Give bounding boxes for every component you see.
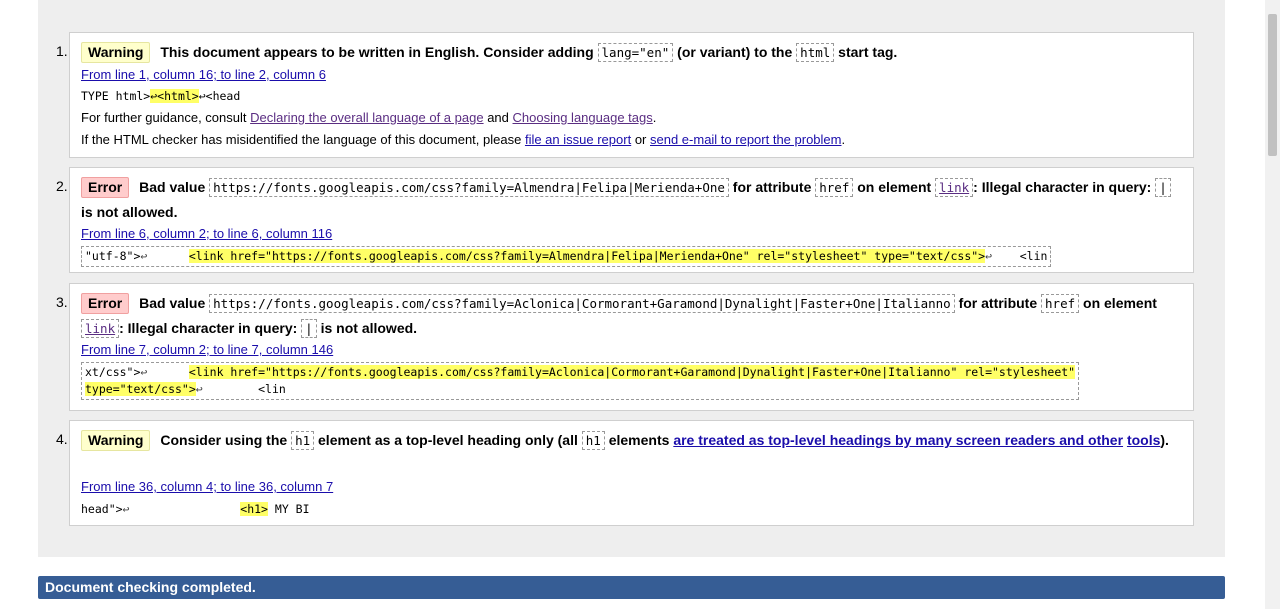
element-link[interactable]: link: [939, 180, 969, 195]
choosing-tags-link[interactable]: Choosing language tags: [513, 110, 653, 125]
message-text-part: Bad value: [139, 179, 206, 195]
extract-highlight: <link href="https://fonts.googleapis.com…: [188, 249, 986, 263]
code-h1: h1: [291, 431, 315, 450]
newline-glyph: ↩: [140, 249, 148, 263]
code-char: |: [1155, 178, 1171, 197]
message-text: Warning This document appears to be writ…: [81, 40, 1183, 65]
extract-text: xt/css">: [85, 365, 141, 379]
message-text-part: for attribute: [732, 179, 812, 195]
message-text-part: Consider using the: [160, 432, 288, 448]
message-text-part: element as a top-level heading only (all: [318, 432, 578, 448]
message-text: Warning Consider using the h1 element as…: [81, 428, 1183, 453]
message-text-part: ).: [1160, 432, 1169, 448]
message-text-part: : Illegal character in query:: [973, 179, 1152, 195]
source-extract: head">↩ <h1> MY BI: [81, 501, 310, 518]
source-extract: xt/css">↩ <link href="https://fonts.goog…: [81, 362, 1080, 400]
misid-end: .: [841, 132, 846, 147]
message-number: 3.: [56, 294, 68, 310]
message-text: Error Bad value https://fonts.googleapis…: [81, 291, 1183, 341]
message-text-part: This document appears to be written in E…: [160, 44, 594, 60]
scrollbar[interactable]: [1265, 0, 1280, 609]
code-element: link: [81, 319, 120, 338]
warning-badge: Warning: [81, 430, 151, 451]
newline-glyph: ↩: [195, 382, 203, 396]
message-number: 1.: [56, 43, 68, 59]
message-text-part: element: [1104, 295, 1157, 311]
location-link[interactable]: From line 1, column 16; to line 2, colum…: [81, 67, 326, 82]
extract-highlight: <link href="https://fonts.googleapis.com…: [188, 365, 1076, 379]
guidance-prefix: For further guidance, consult: [81, 110, 247, 125]
message-text-part: is not allowed.: [320, 320, 418, 336]
location-link[interactable]: From line 7, column 2; to line 7, column…: [81, 342, 333, 357]
code-lang-attr: lang="en": [597, 43, 674, 62]
code-attr: href: [1041, 294, 1080, 313]
warning-badge: Warning: [81, 42, 151, 63]
misid-prefix: If the HTML checker has misidentified th…: [81, 132, 522, 147]
newline-glyph: ↩: [985, 249, 993, 263]
extract-highlight: <h1>: [240, 502, 268, 516]
guidance-text: For further guidance, consult Declaring …: [81, 110, 656, 125]
message-text-part: Bad value: [139, 295, 206, 311]
extract-text: head">: [81, 502, 123, 516]
location-link[interactable]: From line 36, column 4; to line 36, colu…: [81, 479, 333, 494]
extract-text: "utf-8">: [85, 249, 141, 263]
misid-or: or: [634, 132, 647, 147]
send-email-link[interactable]: send e-mail to report the problem: [650, 132, 841, 147]
message-warning-4: 4. Warning Consider using the h1 element…: [56, 420, 1194, 526]
message-warning-1: 1. Warning This document appears to be w…: [56, 32, 1194, 158]
guidance-end: .: [652, 110, 657, 125]
message-error-2: 2. Error Bad value https://fonts.googlea…: [56, 167, 1194, 273]
message-number: 4.: [56, 431, 68, 447]
code-html: html: [796, 43, 835, 62]
code-h1: h1: [581, 431, 605, 450]
code-url: https://fonts.googleapis.com/css?family=…: [209, 294, 955, 313]
code-char: |: [301, 319, 317, 338]
message-text-part: for attribute: [958, 295, 1038, 311]
newline-glyph: ↩: [140, 365, 148, 379]
error-badge: Error: [81, 177, 130, 198]
extract-text: MY BI: [267, 502, 310, 516]
message-text-part: on: [1083, 295, 1101, 311]
code-attr: href: [815, 178, 854, 197]
message-text-part: (or variant) to the: [677, 44, 793, 60]
extract-highlight: ↩<html>: [150, 89, 199, 103]
message-text-part: elements: [608, 432, 670, 448]
screen-readers-link[interactable]: are treated as top-level headings by man…: [673, 432, 1123, 448]
message-text: Error Bad value https://fonts.googleapis…: [81, 175, 1183, 225]
source-extract: "utf-8">↩ <link href="https://fonts.goog…: [81, 246, 1052, 267]
declaring-language-link[interactable]: Declaring the overall language of a page: [250, 110, 483, 125]
message-text-part: : Illegal character in query:: [119, 320, 298, 336]
extract-text: <lin: [202, 382, 286, 396]
message-error-3: 3. Error Bad value https://fonts.googlea…: [56, 283, 1194, 411]
misidentified-text: If the HTML checker has misidentified th…: [81, 132, 845, 147]
guidance-and: and: [487, 110, 509, 125]
screen-readers-link-cont[interactable]: tools: [1127, 432, 1160, 448]
source-extract: TYPE html>↩<html>↩<head: [81, 88, 240, 105]
extract-text: TYPE html>: [81, 89, 151, 103]
scrollbar-thumb[interactable]: [1268, 14, 1277, 156]
code-url: https://fonts.googleapis.com/css?family=…: [209, 178, 729, 197]
error-badge: Error: [81, 293, 130, 314]
newline-glyph: ↩: [122, 502, 130, 516]
element-link[interactable]: link: [85, 321, 115, 336]
message-text-part: is not allowed.: [81, 204, 178, 220]
location-link[interactable]: From line 6, column 2; to line 6, column…: [81, 226, 332, 241]
file-issue-link[interactable]: file an issue report: [525, 132, 631, 147]
message-text-part: on element: [857, 179, 932, 195]
message-text-part: start tag.: [838, 44, 898, 60]
status-bar: Document checking completed.: [38, 576, 1225, 599]
extract-text: ↩<head: [198, 89, 241, 103]
extract-text: <lin: [992, 249, 1048, 263]
code-element: link: [935, 178, 974, 197]
message-number: 2.: [56, 178, 68, 194]
extract-highlight: type="text/css">: [85, 382, 196, 396]
